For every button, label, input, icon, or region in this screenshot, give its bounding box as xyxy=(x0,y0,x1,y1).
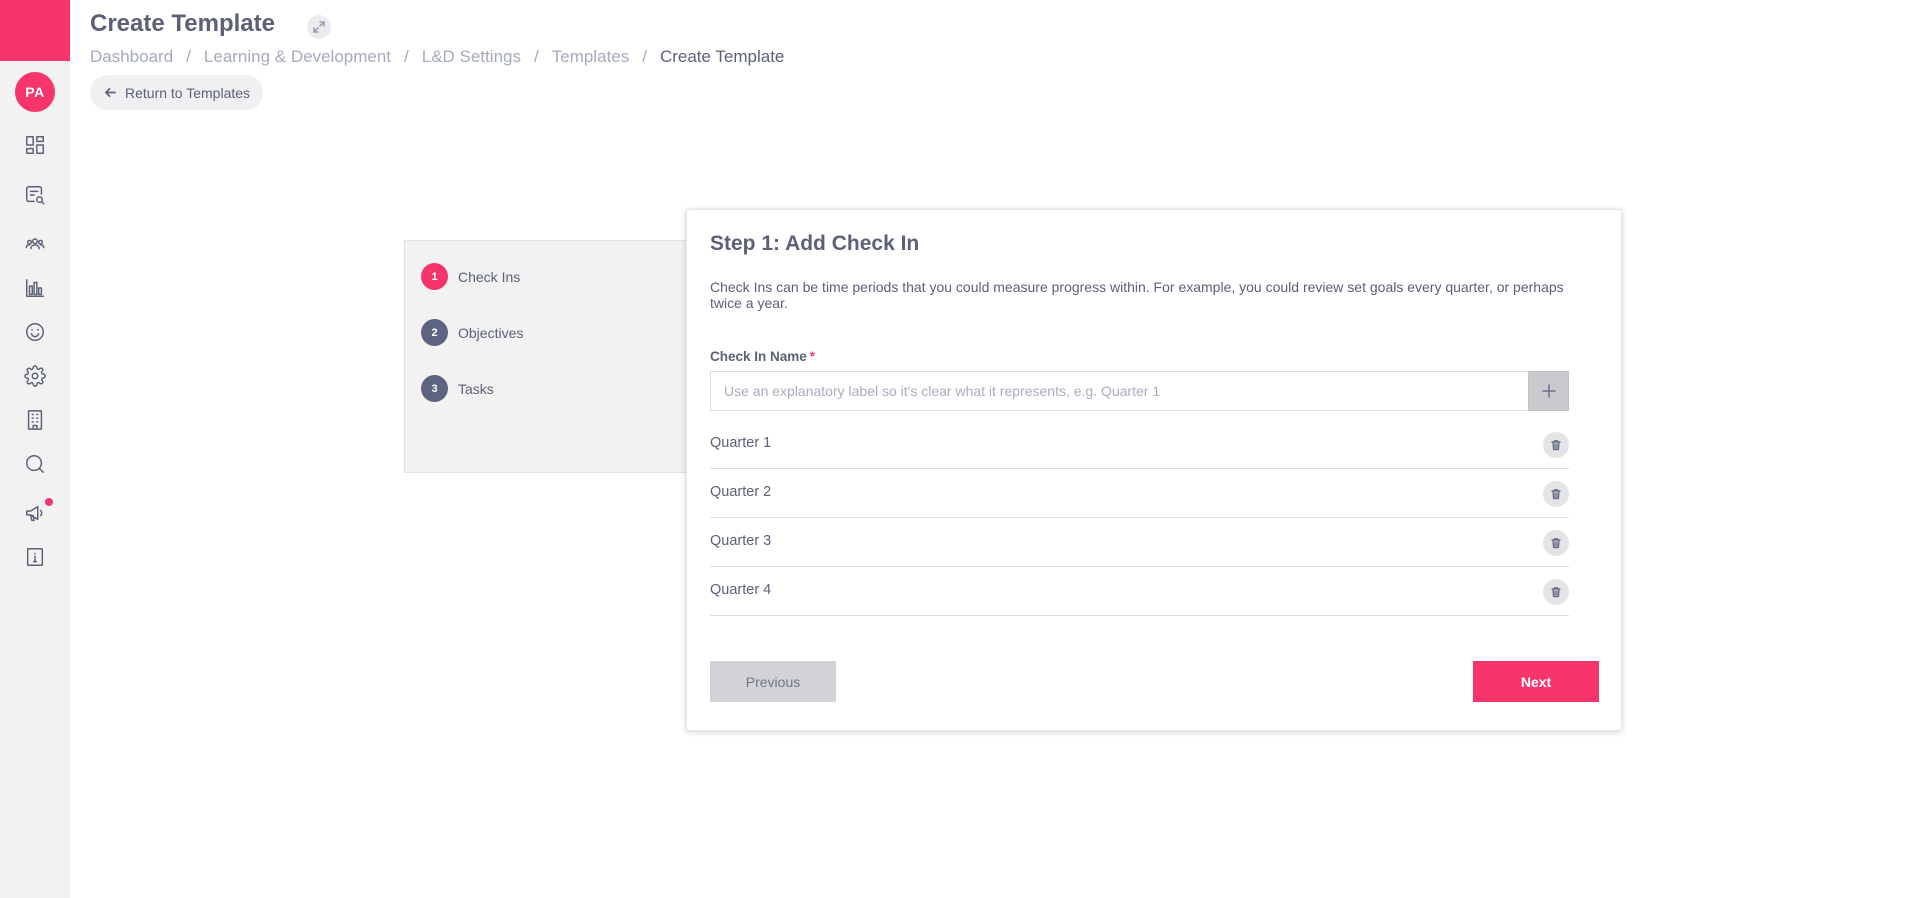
people-icon[interactable] xyxy=(23,232,47,256)
trash-icon xyxy=(1551,587,1561,598)
check-in-name-input[interactable] xyxy=(710,371,1530,411)
delete-check-in-button[interactable] xyxy=(1543,432,1569,458)
dashboard-icon[interactable] xyxy=(23,133,47,157)
previous-button[interactable]: Previous xyxy=(710,661,836,702)
search-icon[interactable] xyxy=(23,452,47,476)
step-number: 2 xyxy=(421,319,448,346)
analytics-icon[interactable] xyxy=(23,276,47,300)
expand-arrows-icon xyxy=(313,21,325,33)
check-in-row: Quarter 3 xyxy=(710,518,1569,567)
delete-check-in-button[interactable] xyxy=(1543,530,1569,556)
check-in-row: Quarter 4 xyxy=(710,567,1569,616)
check-in-row: Quarter 2 xyxy=(710,469,1569,518)
breadcrumb-dashboard[interactable]: Dashboard xyxy=(90,47,173,67)
step-label: Objectives xyxy=(458,324,524,341)
trash-icon xyxy=(1551,538,1561,549)
trash-icon xyxy=(1551,489,1561,500)
check-in-name-label-text: Check In Name xyxy=(710,349,807,364)
add-check-in-card: Step 1: Add Check In Check Ins can be ti… xyxy=(686,209,1622,731)
arrow-left-icon xyxy=(105,87,116,98)
next-button[interactable]: Next xyxy=(1473,661,1599,702)
breadcrumb: Dashboard / Learning & Development / L&D… xyxy=(90,47,784,67)
trash-icon xyxy=(1551,440,1561,451)
expand-button[interactable] xyxy=(307,15,331,39)
step-title: Step 1: Add Check In xyxy=(710,232,920,255)
reviews-search-icon[interactable] xyxy=(23,183,47,207)
building-icon[interactable] xyxy=(23,408,47,432)
notification-dot xyxy=(45,498,53,506)
breadcrumb-separator: / xyxy=(642,47,647,66)
breadcrumb-ld-settings[interactable]: L&D Settings xyxy=(422,47,521,67)
return-to-templates-button[interactable]: Return to Templates xyxy=(90,75,264,110)
info-book-icon[interactable] xyxy=(23,545,47,569)
sidebar: PA xyxy=(0,0,70,898)
delete-check-in-button[interactable] xyxy=(1543,579,1569,605)
delete-check-in-button[interactable] xyxy=(1543,481,1569,507)
step-label: Check Ins xyxy=(458,268,521,285)
settings-gear-icon[interactable] xyxy=(23,364,47,388)
step-objectives[interactable]: 2 Objectives xyxy=(421,319,523,346)
page-title: Create Template xyxy=(90,10,275,37)
steps-panel: 1 Check Ins 2 Objectives 3 Tasks xyxy=(404,240,694,473)
step-label: Tasks xyxy=(458,380,494,397)
required-asterisk: * xyxy=(809,349,816,364)
breadcrumb-separator: / xyxy=(534,47,539,66)
check-in-row: Quarter 1 xyxy=(710,420,1569,469)
add-check-in-button[interactable] xyxy=(1528,371,1569,411)
check-in-name: Quarter 3 xyxy=(710,533,772,549)
breadcrumb-create-template: Create Template xyxy=(659,47,785,66)
step-check-ins[interactable]: 1 Check Ins xyxy=(421,263,520,290)
breadcrumb-separator: / xyxy=(404,47,409,66)
mood-icon[interactable] xyxy=(23,320,47,344)
megaphone-icon[interactable] xyxy=(23,498,53,525)
check-in-name: Quarter 2 xyxy=(710,484,772,500)
check-in-name-label: Check In Name * xyxy=(710,349,815,364)
breadcrumb-learning-development[interactable]: Learning & Development xyxy=(204,47,391,67)
breadcrumb-separator: / xyxy=(186,47,191,66)
breadcrumb-templates[interactable]: Templates xyxy=(552,47,629,67)
check-in-name: Quarter 4 xyxy=(710,582,772,598)
step-tasks[interactable]: 3 Tasks xyxy=(421,375,494,402)
step-description: Check Ins can be time periods that you c… xyxy=(710,279,1564,311)
check-in-name: Quarter 1 xyxy=(710,435,772,451)
step-number: 1 xyxy=(421,263,448,290)
brand-logo-block[interactable] xyxy=(0,0,70,61)
return-to-templates-label: Return to Templates xyxy=(125,84,251,101)
user-avatar[interactable]: PA xyxy=(15,72,55,112)
plus-icon xyxy=(1541,384,1556,398)
step-number: 3 xyxy=(421,375,448,402)
